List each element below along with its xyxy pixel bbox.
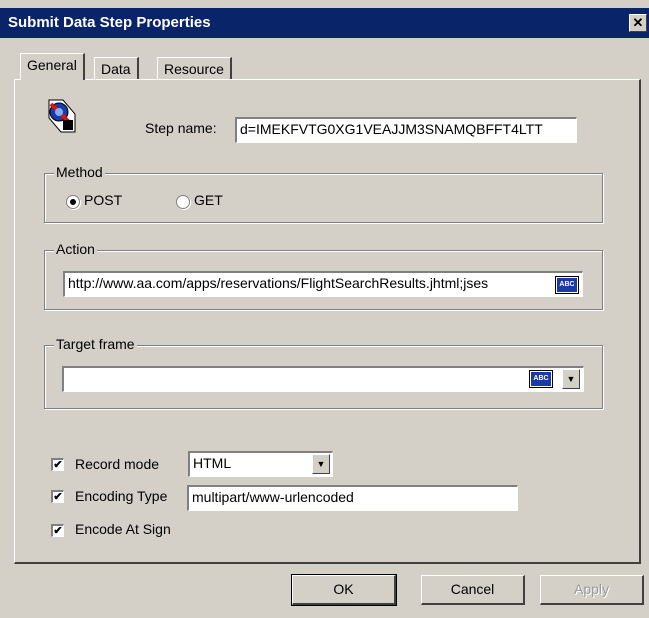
- method-group: [44, 173, 603, 223]
- ok-button[interactable]: OK: [291, 574, 397, 606]
- encoding-type-input[interactable]: multipart/www-urlencoded: [187, 485, 518, 511]
- action-abc-button[interactable]: ABC: [556, 277, 578, 293]
- encode-at-sign-checkbox[interactable]: ✔: [51, 524, 64, 537]
- get-label: GET: [194, 192, 223, 208]
- record-mode-checkbox[interactable]: ✔: [51, 458, 64, 471]
- dialog-window: Submit Data Step Properties ✕ General Da…: [0, 0, 649, 618]
- action-url-input[interactable]: http://www.aa.com/apps/reservations/Flig…: [63, 271, 583, 297]
- method-legend: Method: [54, 164, 105, 180]
- tab-general-label: General: [27, 57, 77, 73]
- tab-resource[interactable]: Resource: [157, 57, 232, 79]
- record-mode-dropdown-arrow-icon[interactable]: ▼: [312, 454, 330, 474]
- submit-data-step-icon: [47, 98, 77, 134]
- apply-button[interactable]: Apply: [540, 575, 644, 605]
- title-bar: Submit Data Step Properties ✕: [0, 8, 649, 38]
- tab-data[interactable]: Data: [94, 57, 139, 79]
- encoding-type-label: Encoding Type: [75, 488, 168, 504]
- record-mode-label: Record mode: [75, 456, 160, 472]
- action-legend: Action: [54, 241, 97, 257]
- tab-resource-label: Resource: [164, 61, 224, 77]
- post-radio[interactable]: [66, 195, 80, 209]
- target-frame-input[interactable]: [62, 366, 584, 392]
- tab-general[interactable]: General: [20, 53, 85, 80]
- post-label: POST: [84, 192, 123, 208]
- target-frame-abc-button[interactable]: ABC: [530, 371, 552, 387]
- encode-at-sign-label: Encode At Sign: [75, 521, 171, 537]
- encoding-type-checkbox[interactable]: ✔: [51, 490, 64, 503]
- window-title: Submit Data Step Properties: [8, 14, 211, 31]
- get-radio[interactable]: [176, 195, 190, 209]
- step-name-label: Step name:: [145, 120, 217, 136]
- close-icon[interactable]: ✕: [629, 14, 647, 32]
- step-name-input[interactable]: d=IMEKFVTG0XG1VEAJJM3SNAMQBFFT4LTT: [235, 117, 577, 143]
- tab-data-label: Data: [101, 61, 131, 77]
- cancel-button[interactable]: Cancel: [421, 575, 525, 605]
- target-frame-dropdown-arrow-icon[interactable]: ▼: [562, 369, 580, 389]
- target-frame-legend: Target frame: [54, 336, 137, 352]
